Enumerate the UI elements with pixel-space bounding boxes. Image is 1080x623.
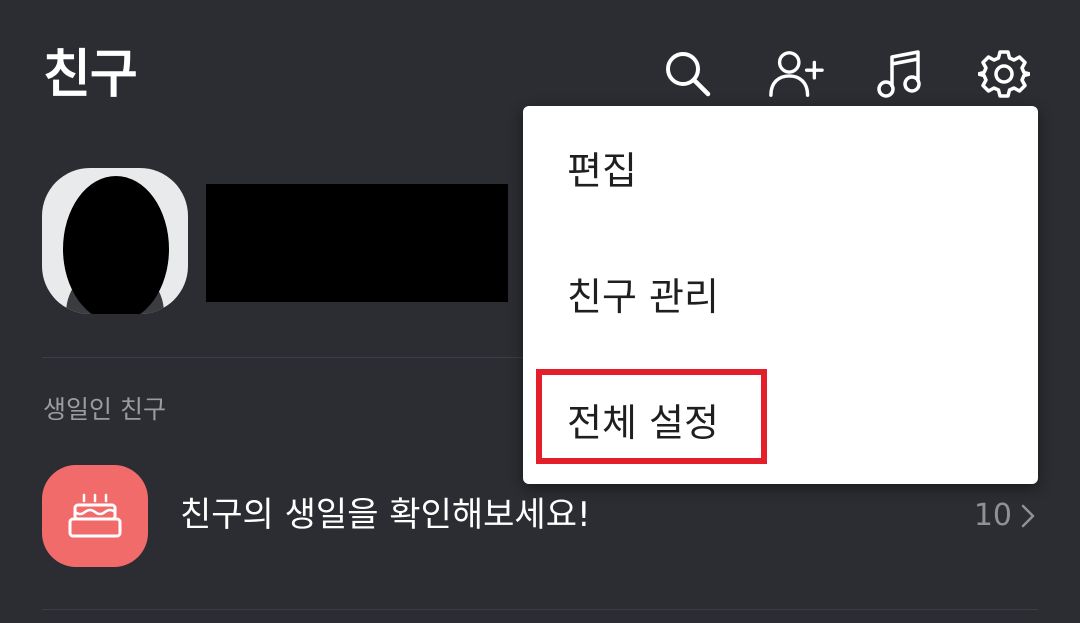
friends-screen: 친구 생일인 친구 친구의 생일을 확인해보세요! 10 편집 친구 관리 전체…: [0, 0, 1080, 623]
birthday-count: 10: [973, 498, 1012, 533]
page-title: 친구: [43, 45, 138, 105]
add-friend-icon[interactable]: [768, 46, 824, 102]
highlight-box: [536, 369, 767, 464]
settings-dropdown-menu: 편집 친구 관리 전체 설정: [523, 106, 1038, 484]
menu-item-edit[interactable]: 편집: [523, 106, 1038, 232]
my-profile-avatar[interactable]: [42, 168, 188, 314]
chevron-right-icon[interactable]: [1018, 503, 1038, 529]
music-icon[interactable]: [872, 46, 928, 102]
divider: [42, 609, 1038, 610]
gear-icon[interactable]: [976, 46, 1032, 102]
profile-name-redacted[interactable]: [206, 184, 508, 302]
menu-item-manage-friends[interactable]: 친구 관리: [523, 232, 1038, 358]
avatar-redacted-face: [63, 176, 169, 314]
birthday-section-label: 생일인 친구: [43, 395, 166, 424]
birthday-prompt-text[interactable]: 친구의 생일을 확인해보세요!: [180, 492, 591, 538]
cake-icon[interactable]: [42, 465, 148, 567]
search-icon[interactable]: [660, 46, 716, 102]
